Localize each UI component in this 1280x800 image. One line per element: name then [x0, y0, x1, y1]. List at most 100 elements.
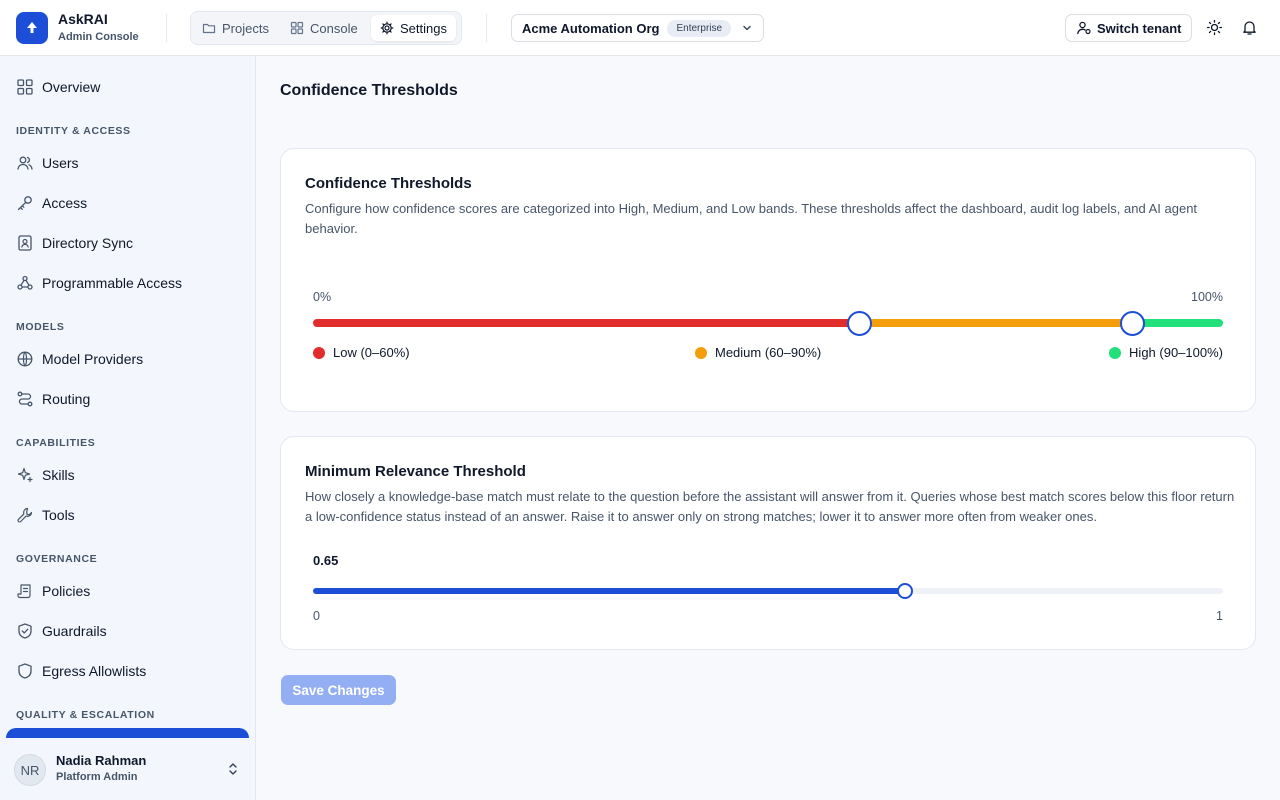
section-heading: MODELS	[16, 321, 65, 333]
card-title: Confidence Thresholds	[305, 175, 472, 192]
tab-projects-label: Projects	[222, 20, 269, 36]
section-heading: CAPABILITIES	[16, 437, 96, 449]
sidebar-item-egress-allowlists[interactable]: Egress Allowlists	[16, 659, 146, 683]
avatar: NR	[14, 754, 46, 786]
relevance-slider[interactable]	[313, 583, 1223, 599]
sidebar-item-label: Programmable Access	[42, 275, 183, 291]
sidebar-item-guardrails[interactable]: Guardrails	[16, 619, 107, 643]
grid-icon	[16, 78, 34, 96]
confidence-band-track[interactable]	[313, 319, 1223, 327]
contact-book-icon	[16, 234, 34, 252]
medium-band-segment	[859, 319, 1132, 327]
sun-icon[interactable]	[1206, 19, 1223, 36]
sidebar-item-label: Skills	[42, 467, 75, 483]
route-icon	[16, 390, 34, 408]
relevance-value: 0.65	[313, 553, 339, 568]
range-min-label: 0%	[313, 290, 332, 304]
sidebar-item-users[interactable]: Users	[16, 151, 79, 175]
header-divider	[486, 14, 487, 42]
high-threshold-handle[interactable]	[1119, 311, 1145, 336]
app-logo[interactable]	[16, 12, 48, 44]
sidebar-item-label: Overview	[42, 79, 101, 95]
legend-label: Medium (60–90%)	[715, 345, 822, 360]
tab-settings[interactable]: Settings	[371, 15, 456, 41]
org-name: Acme Automation Org	[522, 20, 660, 36]
slider-max-label: 1	[1216, 609, 1223, 623]
chevron-up-down-icon	[229, 763, 237, 775]
sidebar-item-label: Policies	[42, 583, 91, 599]
plan-badge: Enterprise	[667, 19, 732, 37]
section-heading: QUALITY & ESCALATION	[16, 709, 155, 721]
tab-projects[interactable]: Projects	[193, 15, 278, 41]
app-name: AskRAI	[58, 11, 108, 27]
switch-tenant-button[interactable]: Switch tenant	[1065, 14, 1192, 42]
sidebar-item-label: Users	[42, 155, 79, 171]
legend-label: High (90–100%)	[1129, 345, 1223, 360]
medium-dot-icon	[695, 346, 707, 359]
relevance-threshold-card: Minimum Relevance Threshold How closely …	[280, 436, 1256, 650]
scroll-icon	[16, 582, 34, 600]
sidebar-item-model-providers[interactable]: Model Providers	[16, 347, 143, 371]
sidebar-item-label: Guardrails	[42, 623, 107, 639]
shield-check-icon	[16, 622, 34, 640]
sidebar: Overview IDENTITY & ACCESS Users Access …	[0, 56, 256, 800]
range-max-label: 100%	[1191, 290, 1223, 304]
sidebar-item-access[interactable]: Access	[16, 191, 87, 215]
tab-settings-label: Settings	[400, 20, 447, 36]
logo-icon	[27, 22, 37, 33]
sidebar-item-overview[interactable]: Overview	[16, 75, 100, 99]
card-title: Minimum Relevance Threshold	[305, 463, 526, 480]
folder-icon	[202, 23, 216, 34]
relevance-slider-fill	[313, 588, 905, 594]
slider-min-label: 0	[313, 609, 320, 623]
legend-medium: Medium (60–90%)	[695, 345, 821, 360]
sidebar-item-tools[interactable]: Tools	[16, 503, 75, 527]
card-description: How closely a knowledge-base match must …	[305, 489, 1235, 524]
user-name: Nadia Rahman	[56, 753, 147, 768]
org-selector[interactable]: Acme Automation Org Enterprise	[511, 14, 764, 42]
gear-icon	[380, 21, 394, 35]
tab-console[interactable]: Console	[281, 15, 367, 41]
switch-tenant-label: Switch tenant	[1097, 20, 1182, 36]
confidence-thresholds-card: Confidence Thresholds Configure how conf…	[280, 148, 1256, 412]
providers-icon	[16, 350, 34, 368]
grid-icon	[290, 21, 304, 35]
bell-icon[interactable]	[1241, 19, 1258, 36]
section-heading: GOVERNANCE	[16, 553, 98, 565]
key-icon	[16, 194, 34, 212]
card-description: Configure how confidence scores are cate…	[305, 201, 1198, 236]
save-changes-button[interactable]: Save Changes	[281, 675, 396, 705]
relevance-slider-handle[interactable]	[896, 583, 913, 599]
page-title: Confidence Thresholds	[280, 82, 458, 99]
header-divider	[166, 14, 167, 42]
chevron-down-icon	[743, 25, 751, 31]
section-heading: IDENTITY & ACCESS	[16, 125, 131, 137]
sidebar-item-label: Directory Sync	[42, 235, 134, 251]
top-bar: AskRAI Admin Console Projects Console Se…	[0, 0, 1280, 56]
sidebar-item-label: Model Providers	[42, 351, 144, 367]
webhook-icon	[16, 274, 34, 292]
sidebar-item-skills[interactable]: Skills	[16, 463, 75, 487]
low-band-segment	[313, 319, 859, 327]
sidebar-item-label: Access	[42, 195, 88, 211]
legend-label: Low (0–60%)	[333, 345, 410, 360]
legend-low: Low (0–60%)	[313, 345, 410, 360]
high-dot-icon	[1109, 346, 1122, 359]
low-threshold-handle[interactable]	[846, 311, 872, 336]
sidebar-item-label: Routing	[42, 391, 91, 407]
tab-console-label: Console	[310, 20, 358, 36]
user-menu[interactable]: NR Nadia Rahman Platform Admin	[0, 738, 255, 800]
wrench-icon	[16, 506, 34, 524]
user-switch-icon	[1077, 21, 1091, 35]
high-band-segment	[1132, 319, 1223, 327]
sidebar-item-routing[interactable]: Routing	[16, 387, 90, 411]
sidebar-item-directory-sync[interactable]: Directory Sync	[16, 231, 133, 255]
users-icon	[16, 154, 34, 172]
sidebar-item-policies[interactable]: Policies	[16, 579, 90, 603]
sidebar-item-programmable-access[interactable]: Programmable Access	[16, 271, 182, 295]
sidebar-item-label: Tools	[42, 507, 75, 523]
shield-icon	[16, 662, 34, 680]
low-dot-icon	[313, 346, 325, 359]
section-switcher: Projects Console Settings	[190, 11, 462, 45]
legend-high: High (90–100%)	[1109, 345, 1223, 360]
